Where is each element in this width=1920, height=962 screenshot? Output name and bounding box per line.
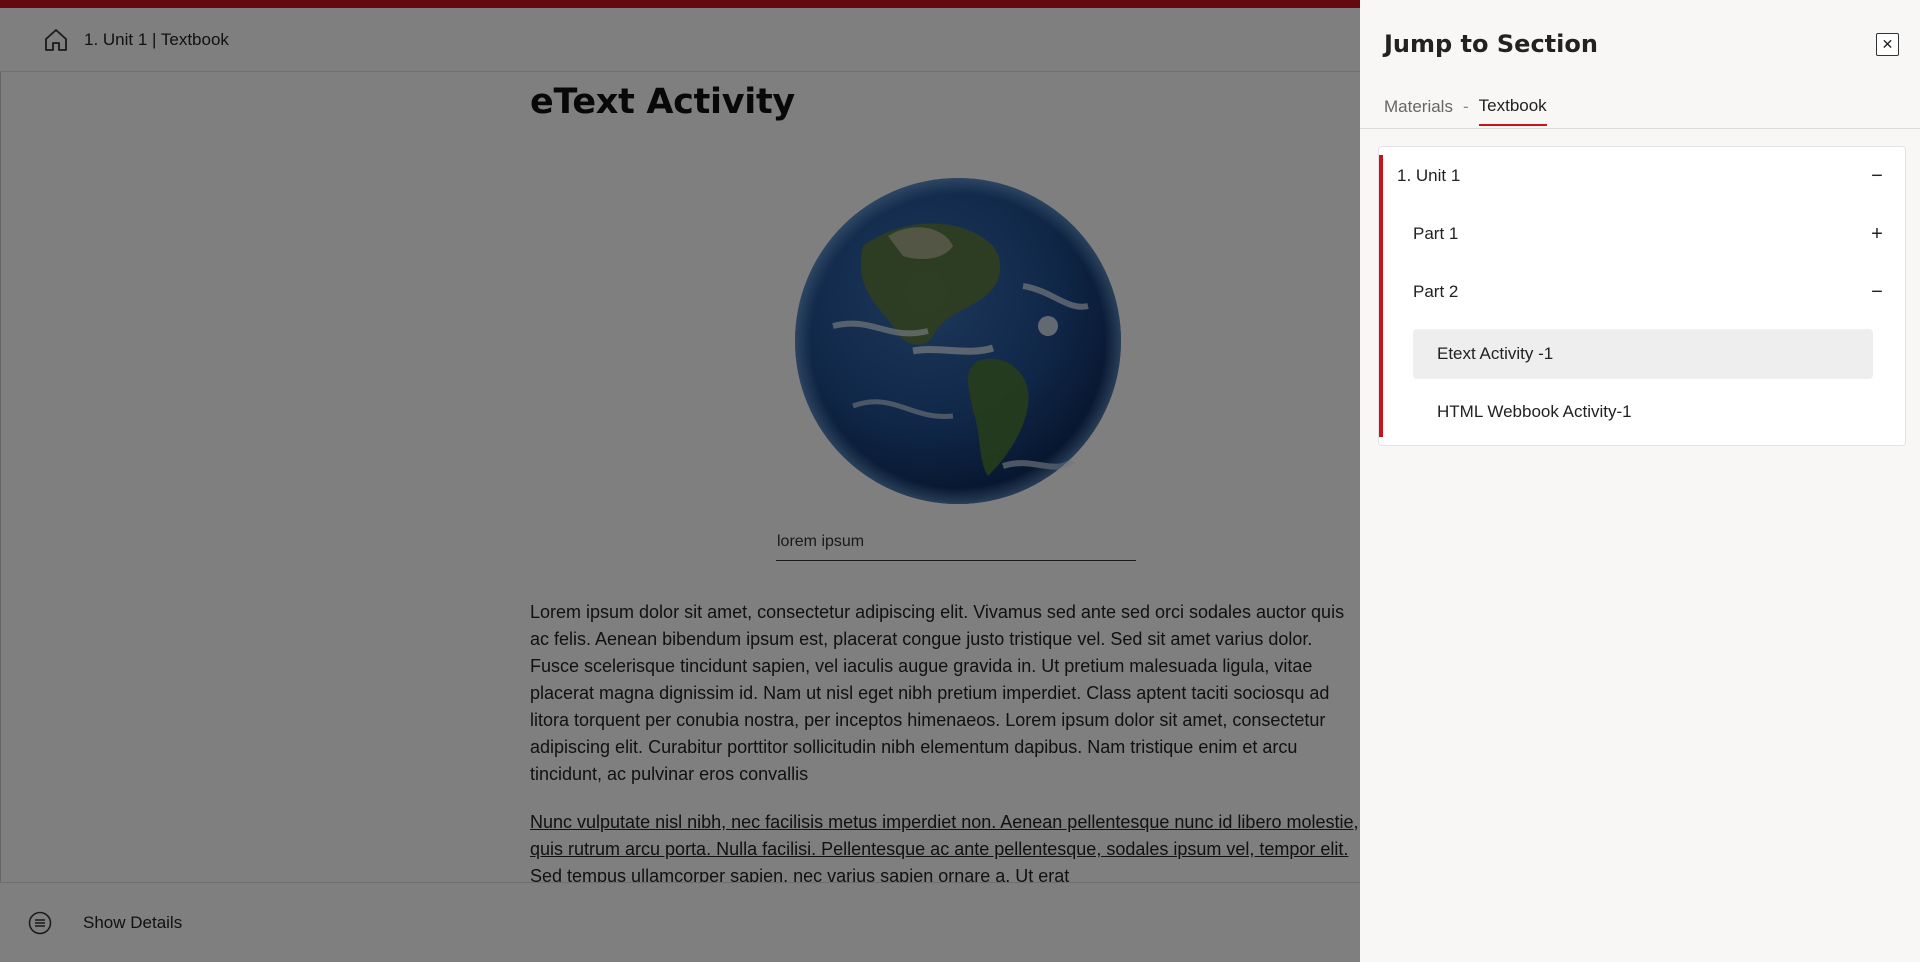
tree-item-html-webbook-activity[interactable]: HTML Webbook Activity-1 bbox=[1413, 387, 1873, 437]
tab-textbook[interactable]: Textbook bbox=[1478, 96, 1547, 126]
tree-item-label: Part 1 bbox=[1413, 224, 1459, 243]
panel-title: Jump to Section bbox=[1384, 30, 1598, 58]
close-icon: ✕ bbox=[1881, 36, 1894, 52]
tree-item-label: Part 2 bbox=[1413, 282, 1459, 301]
tree-item-label: HTML Webbook Activity-1 bbox=[1437, 402, 1632, 421]
modal-overlay[interactable] bbox=[0, 0, 1360, 962]
tab-materials[interactable]: Materials bbox=[1384, 97, 1453, 125]
panel-tabs: Materials - Textbook bbox=[1384, 96, 1547, 126]
collapse-icon[interactable]: − bbox=[1869, 281, 1885, 304]
tab-separator: - bbox=[1462, 97, 1469, 116]
tabs-divider bbox=[1360, 128, 1920, 129]
tree-item-label: 1. Unit 1 bbox=[1397, 166, 1461, 185]
close-button[interactable]: ✕ bbox=[1876, 33, 1899, 56]
tree-item-part-2[interactable]: Part 2 − bbox=[1379, 263, 1905, 321]
expand-icon[interactable]: + bbox=[1869, 223, 1885, 246]
collapse-icon[interactable]: − bbox=[1869, 165, 1885, 188]
section-tree: 1. Unit 1 − Part 1 + Part 2 − Etext Acti… bbox=[1378, 146, 1906, 446]
tree-item-etext-activity[interactable]: Etext Activity -1 bbox=[1413, 329, 1873, 379]
jump-to-section-panel: Jump to Section ✕ Materials - Textbook 1… bbox=[1360, 0, 1920, 962]
tree-item-label: Etext Activity -1 bbox=[1437, 344, 1554, 363]
tree-item-unit-1[interactable]: 1. Unit 1 − bbox=[1379, 147, 1905, 205]
tree-item-part-1[interactable]: Part 1 + bbox=[1379, 205, 1905, 263]
